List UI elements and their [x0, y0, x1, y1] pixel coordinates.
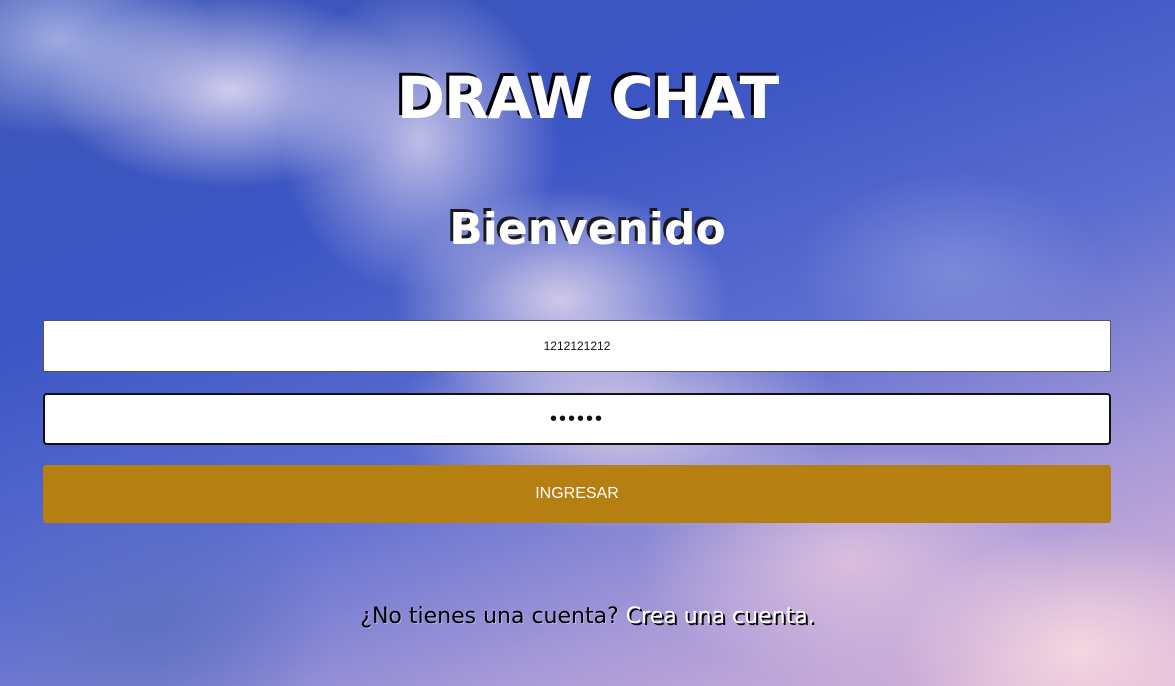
- login-button[interactable]: INGRESAR: [43, 465, 1111, 523]
- password-input[interactable]: [43, 393, 1111, 445]
- create-account-link[interactable]: Crea una cuenta.: [626, 604, 815, 629]
- username-input[interactable]: [43, 320, 1111, 372]
- app-title: DRAW CHAT: [396, 64, 779, 132]
- welcome-heading: Bienvenido: [449, 204, 726, 255]
- signup-prompt-text: ¿No tienes una cuenta?: [360, 604, 619, 629]
- signup-prompt: ¿No tienes una cuenta? Crea una cuenta.: [0, 604, 1175, 629]
